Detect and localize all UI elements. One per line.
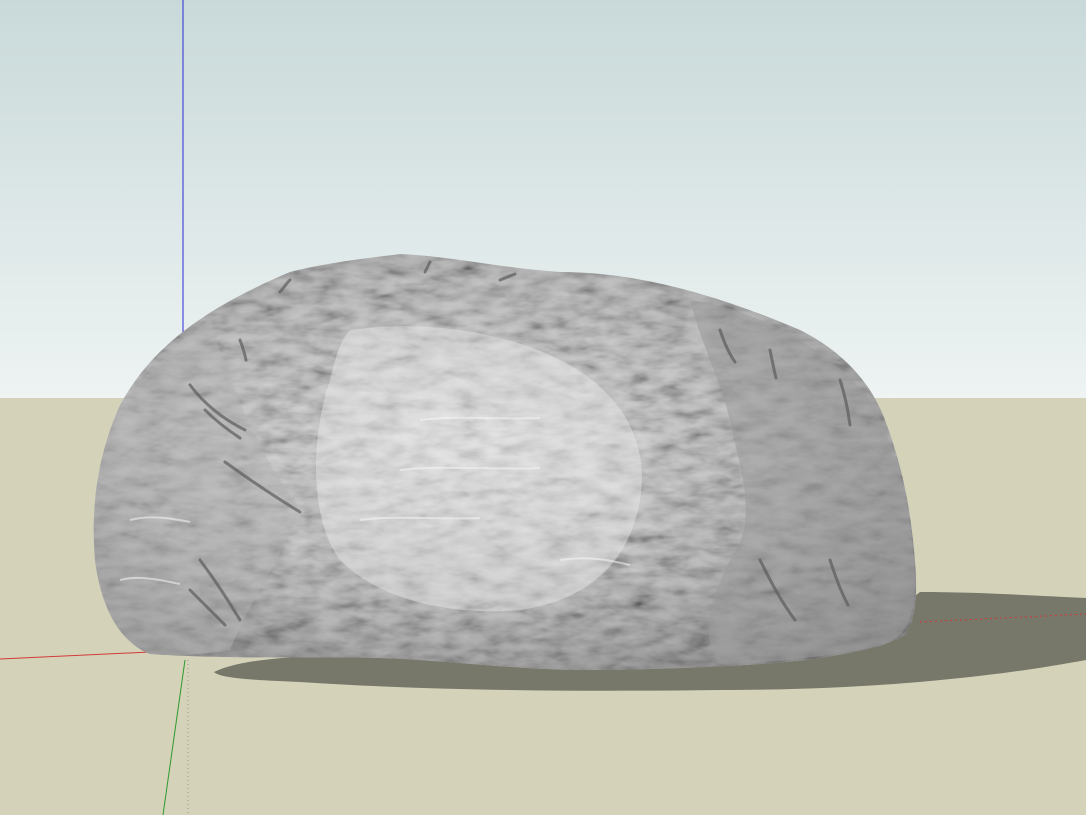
sketchup-3d-viewport[interactable]	[0, 0, 1086, 815]
scene-canvas[interactable]	[0, 0, 1086, 815]
